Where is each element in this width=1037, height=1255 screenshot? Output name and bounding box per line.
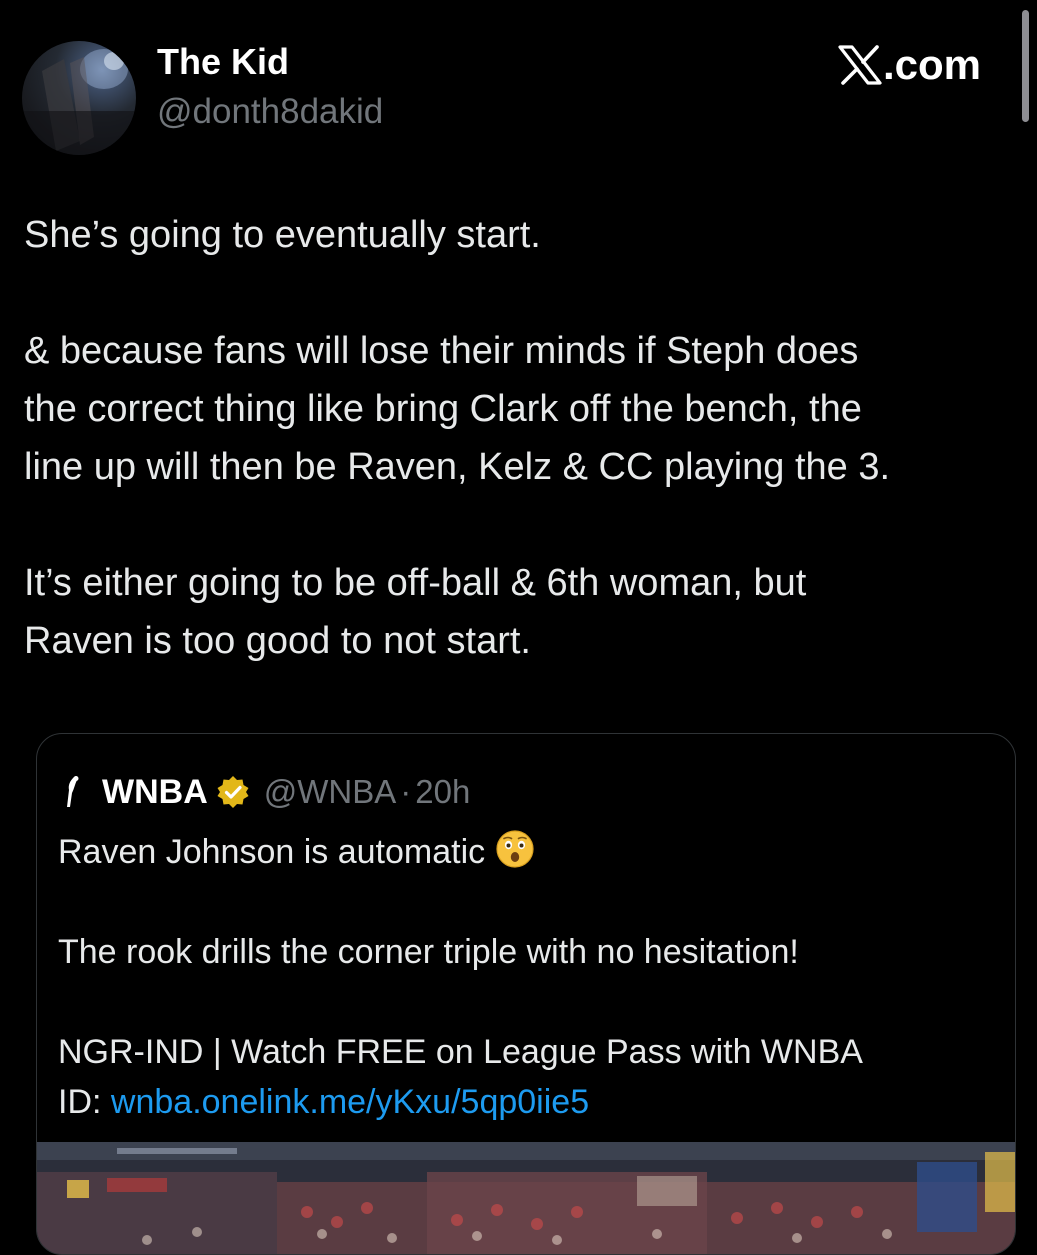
astonished-face-emoji-icon xyxy=(496,830,534,868)
tweet-line: the correct thing like bring Clark off t… xyxy=(24,388,862,430)
brand-text: .com xyxy=(883,41,982,88)
tweet-line: & because fans will lose their minds if … xyxy=(24,330,859,372)
separator-dot: · xyxy=(400,773,412,810)
link-prefix: ID: xyxy=(58,1083,111,1121)
quoted-line: ID: wnba.onelink.me/yKxu/5qp0iie5 xyxy=(58,1077,998,1127)
tweet-line: Raven is too good to not start. xyxy=(24,620,531,662)
author-display-name[interactable]: The Kid xyxy=(157,40,289,84)
x-com-brand: .com xyxy=(838,39,981,91)
quoted-post-link[interactable]: wnba.onelink.me/yKxu/5qp0iie5 xyxy=(111,1083,589,1121)
gold-verified-badge-icon xyxy=(217,776,249,808)
wnba-logo-icon[interactable] xyxy=(61,775,83,809)
quoted-line: Raven Johnson is automatic xyxy=(58,827,998,877)
tweet-line: She’s going to eventually start. xyxy=(24,214,541,256)
tweet-line: It’s either going to be off-ball & 6th w… xyxy=(24,562,807,604)
tweet-line: line up will then be Raven, Kelz & CC pl… xyxy=(24,446,891,488)
x-logo-icon xyxy=(838,45,882,85)
author-handle[interactable]: @donth8dakid xyxy=(157,90,383,134)
quoted-line-text: Raven Johnson is automatic xyxy=(58,833,486,871)
quoted-author-handle[interactable]: @WNBA xyxy=(264,773,397,811)
quoted-post-card[interactable]: WNBA @WNBA · 20h Raven Johnson is automa… xyxy=(36,733,1016,1255)
avatar[interactable] xyxy=(22,41,136,155)
tweet-body: She’s going to eventually start. & becau… xyxy=(24,206,1024,670)
quoted-line: NGR-IND | Watch FREE on League Pass with… xyxy=(58,1033,863,1071)
quoted-line: The rook drills the corner triple with n… xyxy=(58,933,799,971)
quoted-post-time[interactable]: 20h xyxy=(415,773,470,811)
quoted-author-name[interactable]: WNBA xyxy=(102,773,208,812)
quoted-post-header: WNBA @WNBA · 20h xyxy=(61,772,470,812)
scrollbar[interactable] xyxy=(1022,10,1029,122)
video-thumbnail[interactable] xyxy=(37,1142,1015,1254)
quoted-post-body: Raven Johnson is automatic The rook dril… xyxy=(58,827,998,1127)
